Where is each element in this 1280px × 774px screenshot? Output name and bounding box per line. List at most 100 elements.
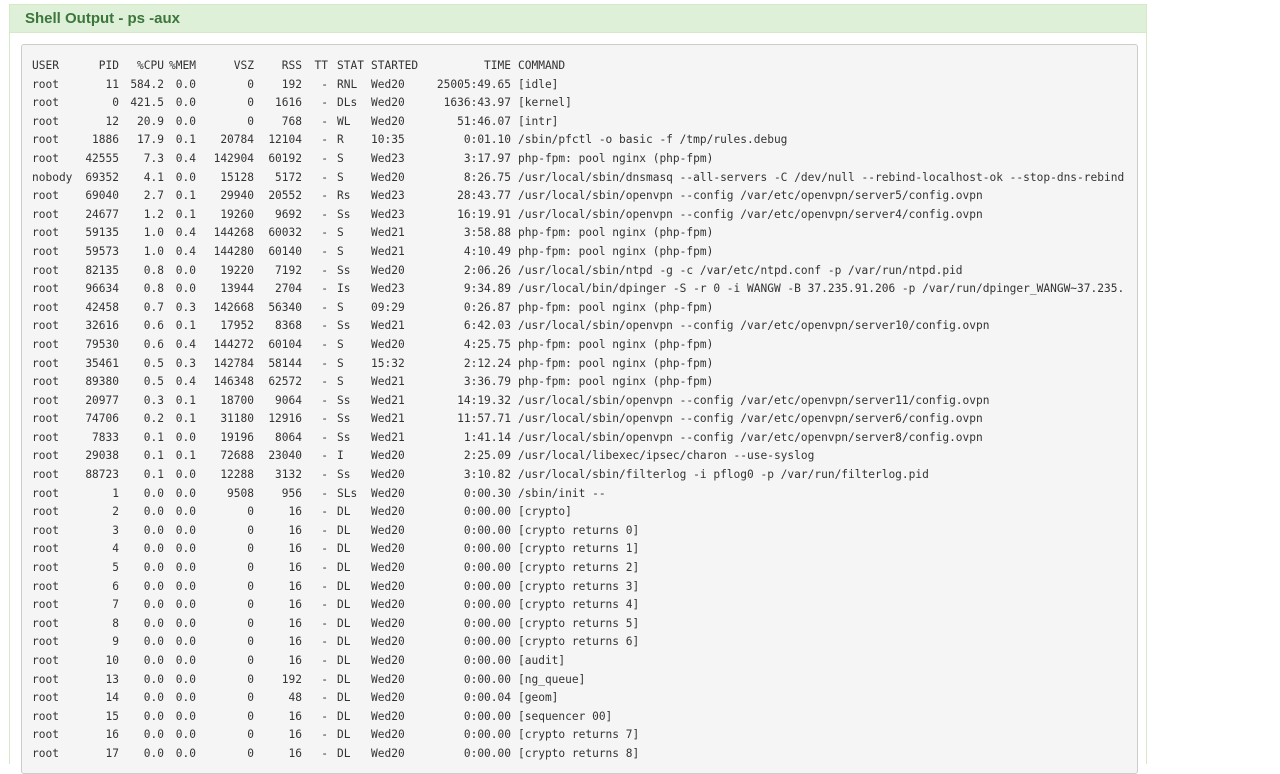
header-vsz: VSZ [233,59,254,72]
cell-user: root [32,616,59,630]
cell-command: php-fpm: pool nginx (php-fpm) [518,300,714,314]
cell-pid: 35461 [85,356,119,370]
cell-mem: 0.0 [175,728,196,742]
table-row: root 11 584.2 0.0 0 192 - RNL Wed20 25005:49.65 [i… [32,76,1137,95]
cell-mem: 0.0 [175,505,196,519]
table-row: root 89380 0.5 0.4 146348 62572 - S Wed21 3:36.79… [32,373,1137,392]
cell-stat: DL [337,579,351,593]
table-row: root 9 0.0 0.0 0 16 - DL Wed20 0:00.00 [crypto ret… [32,633,1137,652]
cell-command: [intr] [518,114,559,128]
header-tt: TT [314,59,328,72]
cell-started: Wed20 [371,746,405,760]
cell-tt: - [321,709,328,723]
cell-pid: 15 [105,709,119,723]
cell-started: Wed20 [371,449,405,463]
cell-pid: 0 [112,96,119,110]
cell-stat: S [337,151,344,165]
cell-stat: Ss [337,430,351,444]
cell-mem: 0.0 [175,96,196,110]
table-row: root 74706 0.2 0.1 31180 12916 - Ss Wed21 11:57.7… [32,410,1137,429]
cell-vsz: 142904 [213,151,254,165]
cell-started: Wed20 [371,542,405,556]
cell-tt: - [321,486,328,500]
cell-user: root [32,133,59,147]
cell-rss: 192 [281,672,302,686]
cell-rss: 62572 [268,375,302,389]
cell-tt: - [321,151,328,165]
cell-vsz: 146348 [213,375,254,389]
cell-command: /usr/local/sbin/openvpn --config /var/et… [518,412,983,426]
cell-started: Wed23 [371,207,405,221]
cell-stat: DL [337,672,351,686]
cell-cpu: 0.0 [143,654,164,667]
cell-time: 51:46.07 [457,114,511,128]
table-row: root 1886 17.9 0.1 20784 12104 - R 10:35 0:01.10 /… [32,131,1137,150]
cell-cpu: 0.0 [143,616,164,630]
cell-rss: 16 [288,579,302,593]
cell-command: /usr/local/sbin/ntpd -g -c /var/etc/ntpd… [518,263,963,277]
cell-command: php-fpm: pool nginx (php-fpm) [518,244,714,258]
cell-stat: RNL [337,77,358,91]
shell-output-box[interactable]: USER PID %CPU %MEM VSZ RSS TT STAT STARTED TIME CO… [21,44,1138,774]
cell-user: root [32,189,59,203]
cell-rss: 12916 [268,412,302,426]
cell-stat: S [337,337,344,351]
cell-time: 0:00.00 [463,542,511,556]
header-cpu: %CPU [137,59,164,72]
cell-vsz: 72688 [220,449,254,463]
cell-time: 0:00.04 [463,691,511,705]
cell-pid: 5 [112,561,119,575]
cell-user: root [32,412,59,426]
cell-command: /usr/local/sbin/openvpn --config /var/et… [518,430,983,444]
table-row: root 2 0.0 0.0 0 16 - DL Wed20 0:00.00 [crypto] [32,503,1137,522]
cell-pid: 1886 [92,133,119,147]
cell-stat: DL [337,654,351,667]
table-row: root 32616 0.6 0.1 17952 8368 - Ss Wed21 6:42.03 /… [32,317,1137,336]
cell-time: 0:00.00 [463,505,511,519]
cell-stat: SLs [337,486,358,500]
cell-started: Wed20 [371,691,405,705]
cell-rss: 5172 [275,170,302,184]
cell-user: root [32,430,59,444]
cell-time: 0:00.00 [463,672,511,686]
cell-stat: DL [337,616,351,630]
cell-rss: 16 [288,561,302,575]
cell-mem: 0.0 [175,598,196,612]
header-started: STARTED [371,59,419,72]
cell-rss: 16 [288,709,302,723]
cell-vsz: 0 [247,542,254,556]
cell-vsz: 142668 [213,300,254,314]
table-row: root 17 0.0 0.0 0 16 - DL Wed20 0:00.00 [crypto re… [32,745,1137,764]
cell-cpu: 0.6 [143,337,164,351]
cell-rss: 58144 [268,356,302,370]
cell-started: Wed20 [371,616,405,630]
cell-vsz: 31180 [220,412,254,426]
cell-pid: 89380 [85,375,119,389]
cell-time: 0:26.87 [463,300,511,314]
cell-stat: Is [337,282,351,296]
cell-pid: 88723 [85,468,119,482]
cell-started: Wed20 [371,170,405,184]
cell-tt: - [321,672,328,686]
cell-started: Wed20 [371,672,405,686]
cell-user: root [32,635,59,649]
cell-tt: - [321,430,328,444]
cell-cpu: 0.2 [143,412,164,426]
cell-mem: 0.4 [175,151,196,165]
cell-vsz: 19260 [220,207,254,221]
cell-vsz: 144280 [213,244,254,258]
cell-mem: 0.3 [175,300,196,314]
cell-mem: 0.1 [175,189,196,203]
cell-started: Wed21 [371,226,405,240]
cell-time: 2:12.24 [463,356,511,370]
cell-user: root [32,319,59,333]
cell-vsz: 19196 [220,430,254,444]
cell-time: 0:00.00 [463,635,511,649]
cell-user: root [32,579,59,593]
cell-cpu: 0.0 [143,598,164,612]
cell-started: Wed20 [371,523,405,537]
header-command: COMMAND [518,59,566,72]
cell-vsz: 144268 [213,226,254,240]
cell-pid: 12 [105,114,119,128]
cell-started: Wed20 [371,579,405,593]
